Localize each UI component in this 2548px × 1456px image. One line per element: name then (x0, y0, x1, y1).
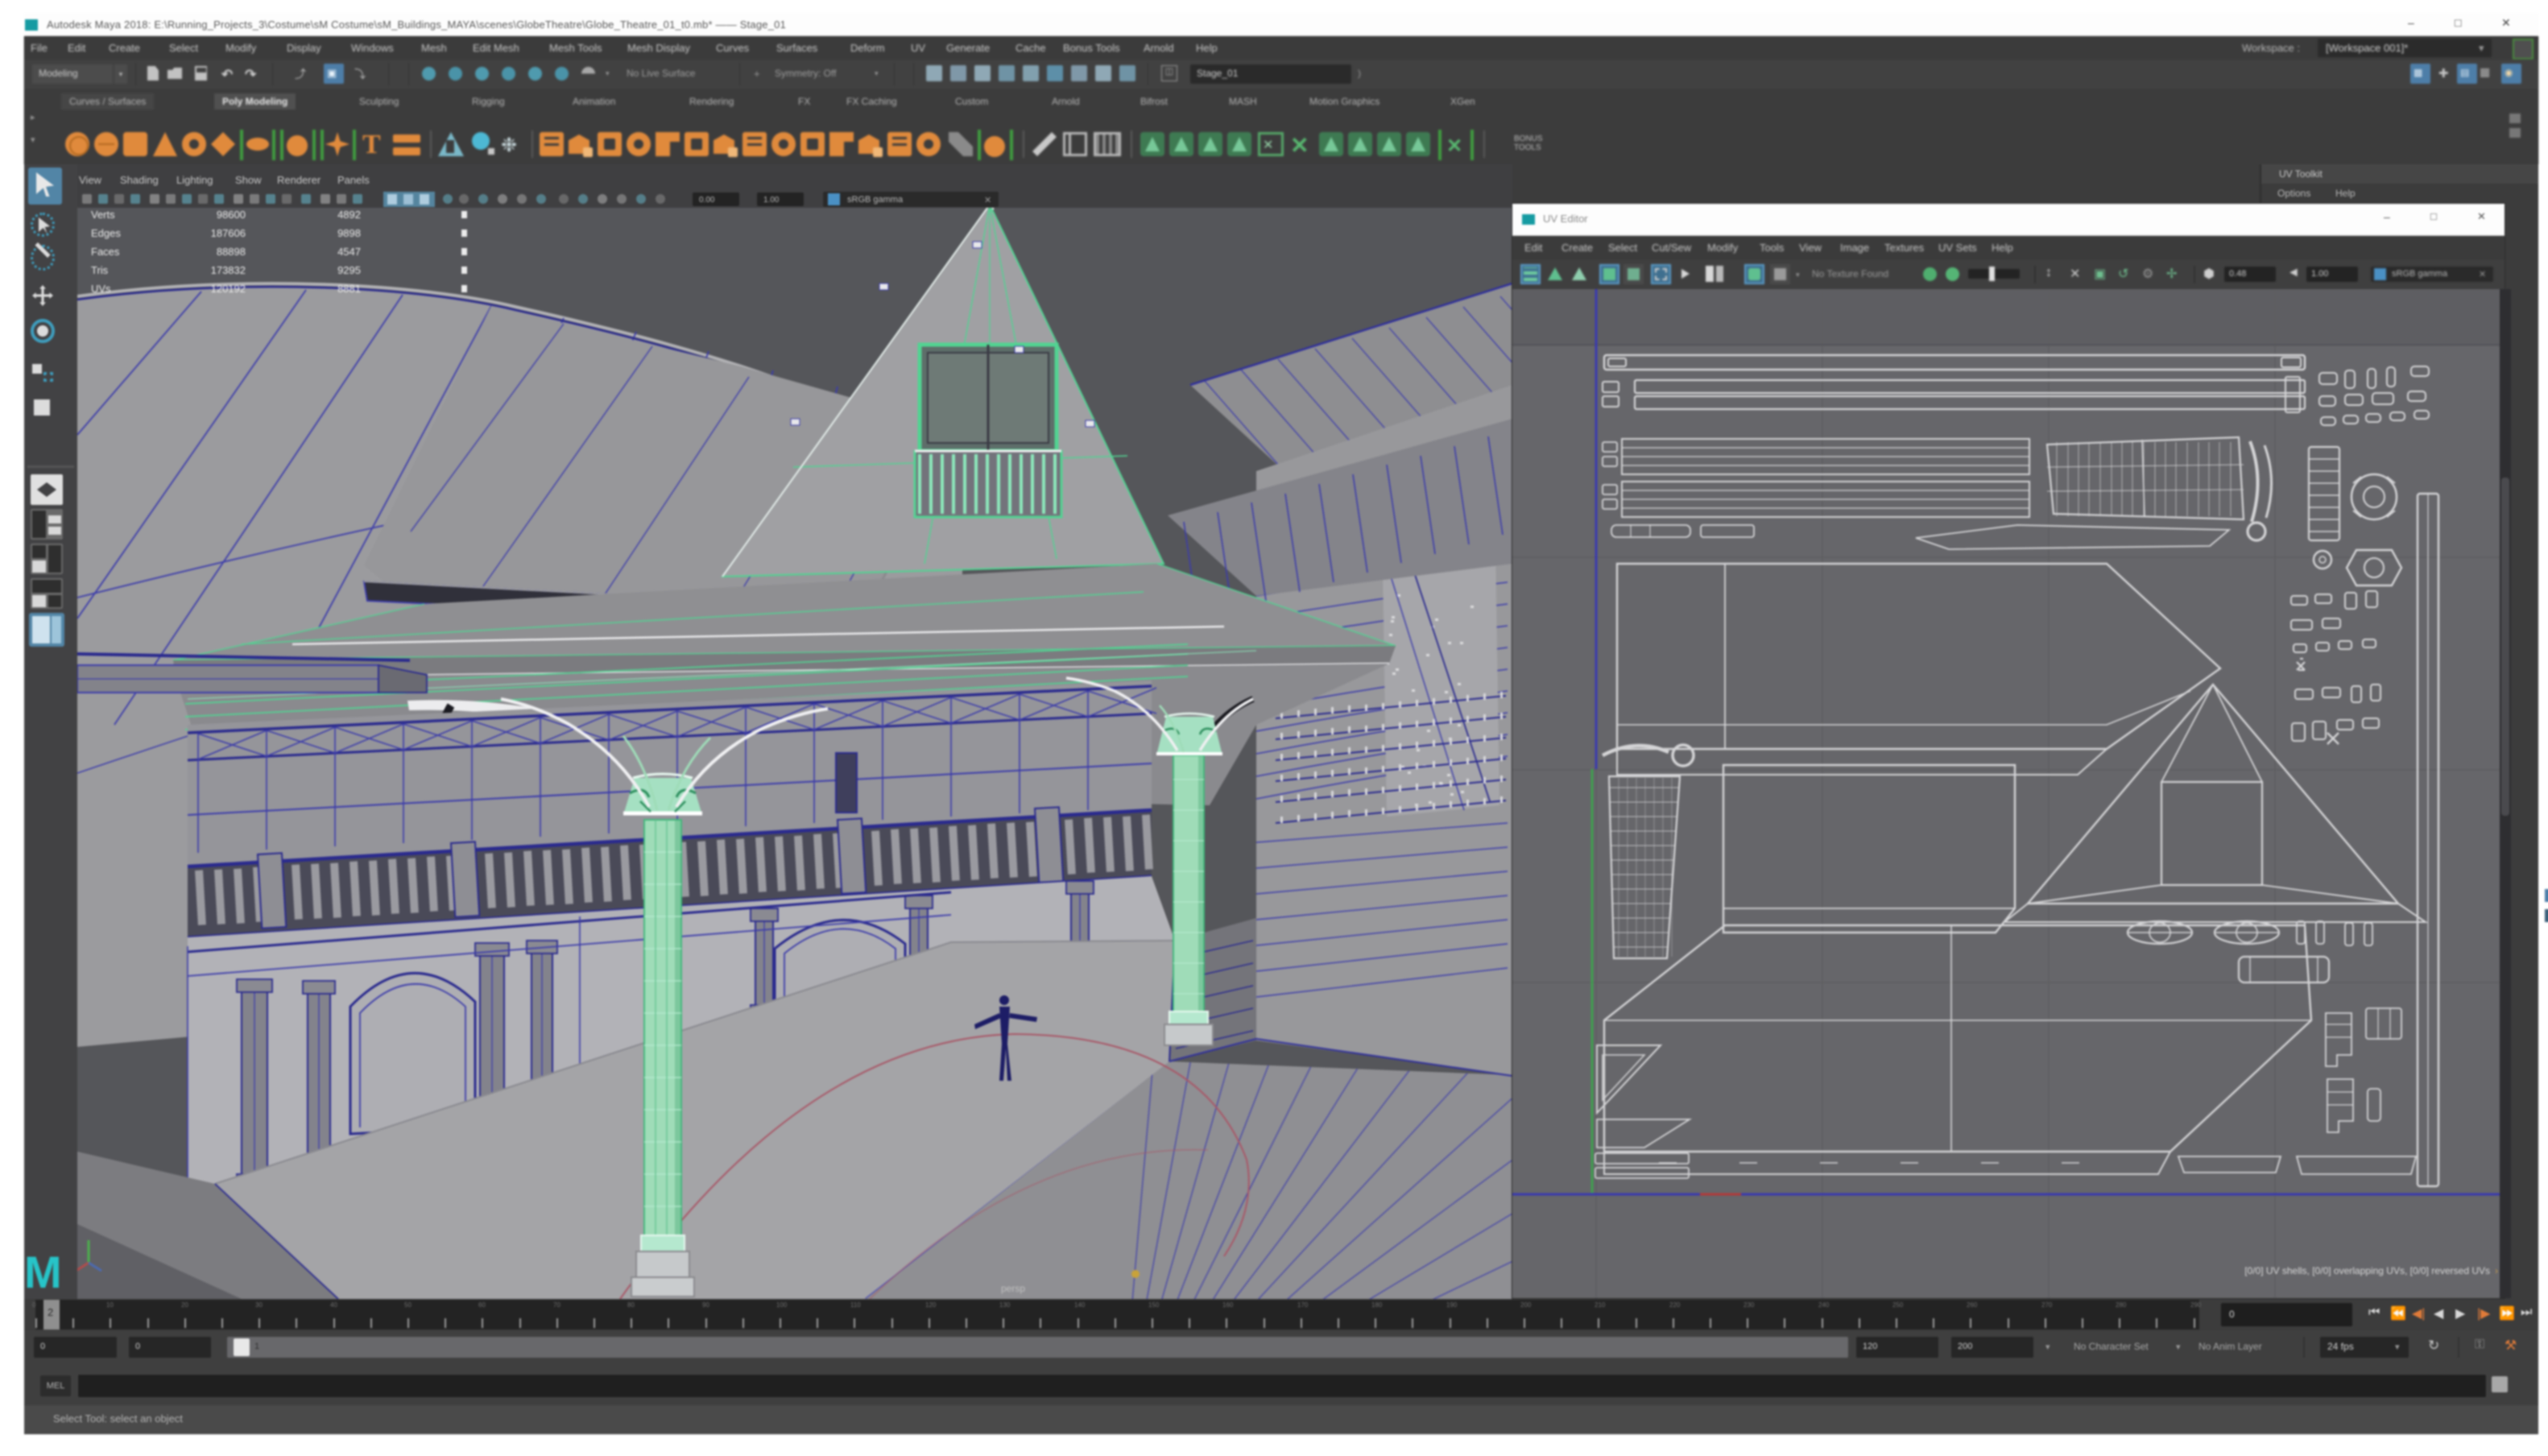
svg-text:Faces: Faces (91, 246, 120, 258)
svg-text:✕: ✕ (984, 196, 991, 205)
svg-text:UVs: UVs (91, 283, 111, 295)
svg-text:98600: 98600 (217, 209, 246, 221)
svg-text:Lighting: Lighting (176, 174, 213, 186)
svg-text:Show: Show (235, 174, 262, 186)
svg-text:173832: 173832 (211, 264, 246, 276)
svg-text:9295: 9295 (337, 264, 361, 276)
svg-text:Edges: Edges (91, 227, 121, 239)
svg-text:Verts: Verts (91, 209, 115, 221)
svg-text:[0/0] UV shells, [0/0] overlap: [0/0] UV shells, [0/0] overlapping UVs, … (2244, 1265, 2490, 1276)
svg-text:Shading: Shading (120, 174, 159, 186)
svg-text:Renderer: Renderer (277, 174, 321, 186)
svg-text:View: View (79, 174, 102, 186)
svg-text:Panels: Panels (337, 174, 370, 186)
svg-text:›: › (2495, 1265, 2498, 1276)
svg-text:9898: 9898 (337, 227, 361, 239)
svg-text:4892: 4892 (337, 209, 361, 221)
svg-text:4547: 4547 (337, 246, 361, 258)
svg-text:187606: 187606 (211, 227, 246, 239)
svg-text:sRGB gamma: sRGB gamma (847, 195, 904, 205)
svg-text:120192: 120192 (211, 283, 246, 295)
svg-text:Tris: Tris (91, 264, 109, 276)
svg-text:1.00: 1.00 (763, 196, 780, 205)
svg-text:88898: 88898 (217, 246, 246, 258)
svg-text:persp: persp (1001, 1283, 1025, 1294)
svg-text:8881: 8881 (337, 283, 361, 295)
svg-text:0.00: 0.00 (699, 196, 715, 205)
